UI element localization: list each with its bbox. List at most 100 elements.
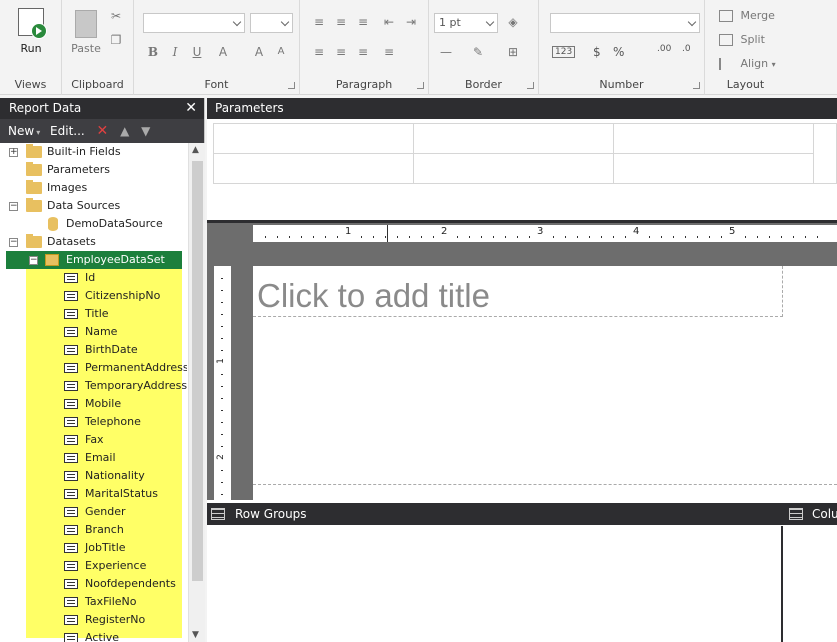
report-title-placeholder[interactable]: Click to add title bbox=[253, 266, 783, 317]
tree-folder-item[interactable]: Images bbox=[0, 179, 187, 197]
cut-icon[interactable]: ✂ bbox=[106, 6, 126, 26]
field-item[interactable]: Id bbox=[0, 269, 187, 287]
field-item[interactable]: Branch bbox=[0, 521, 187, 539]
align-left-button[interactable]: ≡ bbox=[309, 42, 329, 62]
run-button[interactable]: Run bbox=[14, 8, 48, 60]
number-dialog-launcher[interactable] bbox=[693, 82, 700, 89]
align-bottom-button[interactable]: ≡ bbox=[353, 12, 373, 32]
field-item[interactable]: JobTitle bbox=[0, 539, 187, 557]
split-button[interactable]: Split bbox=[719, 33, 765, 46]
dataset-node[interactable]: − EmployeeDataSet bbox=[0, 251, 187, 269]
currency-button[interactable]: $ bbox=[593, 45, 601, 59]
number-format-select[interactable] bbox=[550, 13, 700, 33]
justify-button[interactable]: ≡ bbox=[379, 42, 399, 62]
copy-icon[interactable]: ❐ bbox=[106, 30, 126, 50]
parameter-cell[interactable] bbox=[214, 154, 414, 184]
scroll-down-icon[interactable]: ▼ bbox=[192, 630, 199, 640]
decrease-decimal-button[interactable]: .0 bbox=[682, 44, 691, 54]
parameter-cell[interactable] bbox=[214, 124, 414, 154]
tree-folder-item[interactable]: − Datasets bbox=[0, 233, 187, 251]
parameter-cell[interactable] bbox=[414, 124, 614, 154]
fill-color-icon[interactable]: ◈ bbox=[503, 12, 523, 32]
field-item[interactable]: Name bbox=[0, 323, 187, 341]
parameter-cell[interactable] bbox=[614, 124, 814, 154]
field-item[interactable]: Gender bbox=[0, 503, 187, 521]
grow-font-button[interactable]: A bbox=[249, 42, 269, 62]
field-item[interactable]: CitizenshipNo bbox=[0, 287, 187, 305]
border-color-icon[interactable]: ✎ bbox=[468, 42, 488, 62]
font-dialog-launcher[interactable] bbox=[288, 82, 295, 89]
ruler-tick bbox=[221, 374, 223, 375]
field-item[interactable]: Email bbox=[0, 449, 187, 467]
tree-folder-item[interactable]: + Built-in Fields bbox=[0, 143, 187, 161]
parameter-cell[interactable] bbox=[614, 154, 814, 184]
move-down-icon[interactable]: ▼ bbox=[141, 124, 150, 138]
increase-indent-button[interactable]: ⇥ bbox=[401, 12, 421, 32]
field-label: PermanentAddress bbox=[85, 361, 187, 374]
border-style-button[interactable]: — bbox=[436, 42, 456, 62]
expander-icon[interactable]: − bbox=[29, 256, 38, 265]
row-groups-panel[interactable] bbox=[208, 526, 783, 642]
paragraph-dialog-launcher[interactable] bbox=[417, 82, 424, 89]
folder-icon bbox=[26, 144, 42, 158]
merge-button[interactable]: Merge bbox=[719, 9, 775, 22]
expander-icon[interactable]: − bbox=[9, 238, 18, 247]
layout-group: Merge Split Align ▾ Layout bbox=[705, 0, 786, 95]
parameter-cell[interactable] bbox=[414, 154, 614, 184]
parameters-grid[interactable] bbox=[213, 123, 837, 184]
field-item[interactable]: Experience bbox=[0, 557, 187, 575]
field-item[interactable]: Noofdependents bbox=[0, 575, 187, 593]
paste-button[interactable]: Paste bbox=[68, 8, 104, 60]
new-button[interactable]: New ▾ bbox=[8, 124, 40, 138]
field-item[interactable]: Fax bbox=[0, 431, 187, 449]
increase-decimal-button[interactable]: .00 bbox=[657, 44, 671, 54]
percent-button[interactable]: % bbox=[613, 45, 624, 59]
field-icon bbox=[64, 633, 78, 642]
column-groups-panel[interactable] bbox=[786, 526, 837, 642]
underline-button[interactable]: U bbox=[187, 42, 207, 62]
border-dialog-launcher[interactable] bbox=[527, 82, 534, 89]
italic-button[interactable]: I bbox=[165, 42, 185, 62]
scroll-up-icon[interactable]: ▲ bbox=[192, 145, 199, 155]
field-item[interactable]: Title bbox=[0, 305, 187, 323]
field-item[interactable]: TaxFileNo bbox=[0, 593, 187, 611]
edit-button[interactable]: Edit... bbox=[50, 124, 85, 138]
close-icon[interactable]: ✕ bbox=[185, 98, 197, 119]
ruler-tick bbox=[769, 236, 770, 238]
vertical-ruler: 12 bbox=[214, 266, 231, 506]
datasource-node[interactable]: DemoDataSource bbox=[0, 215, 187, 233]
font-size-select[interactable] bbox=[250, 13, 293, 33]
decrease-indent-button[interactable]: ⇤ bbox=[379, 12, 399, 32]
shrink-font-button[interactable]: A bbox=[271, 42, 291, 62]
delete-icon[interactable]: ✕ bbox=[97, 123, 109, 139]
tree-folder-item[interactable]: − Data Sources bbox=[0, 197, 187, 215]
field-item[interactable]: TemporaryAddress bbox=[0, 377, 187, 395]
font-color-button[interactable]: A bbox=[213, 42, 233, 62]
field-item[interactable]: BirthDate bbox=[0, 341, 187, 359]
field-item[interactable]: Telephone bbox=[0, 413, 187, 431]
field-item[interactable]: RegisterNo bbox=[0, 611, 187, 629]
field-item[interactable]: Active bbox=[0, 629, 187, 642]
ruler-tick bbox=[221, 338, 223, 339]
expander-icon[interactable]: − bbox=[9, 202, 18, 211]
field-item[interactable]: Mobile bbox=[0, 395, 187, 413]
align-right-button[interactable]: ≡ bbox=[353, 42, 373, 62]
align-middle-button[interactable]: ≡ bbox=[331, 12, 351, 32]
field-item[interactable]: MaritalStatus bbox=[0, 485, 187, 503]
report-page[interactable]: Click to add title bbox=[253, 266, 837, 506]
field-item[interactable]: Nationality bbox=[0, 467, 187, 485]
field-item[interactable]: PermanentAddress bbox=[0, 359, 187, 377]
border-width-select[interactable]: 1 pt bbox=[434, 13, 498, 33]
move-up-icon[interactable]: ▲ bbox=[120, 124, 129, 138]
tree-scrollbar[interactable]: ▲ ▼ bbox=[188, 143, 205, 642]
align-top-button[interactable]: ≡ bbox=[309, 12, 329, 32]
scrollbar-thumb[interactable] bbox=[192, 161, 203, 581]
tree-folder-item[interactable]: Parameters bbox=[0, 161, 187, 179]
bold-button[interactable]: B bbox=[143, 42, 163, 62]
font-family-select[interactable] bbox=[143, 13, 245, 33]
align-button[interactable]: Align ▾ bbox=[719, 57, 776, 70]
placeholder-styles-button[interactable]: 123 bbox=[552, 46, 576, 58]
align-center-button[interactable]: ≡ bbox=[331, 42, 351, 62]
borders-icon[interactable]: ⊞ bbox=[503, 42, 523, 62]
expander-icon[interactable]: + bbox=[9, 148, 18, 157]
